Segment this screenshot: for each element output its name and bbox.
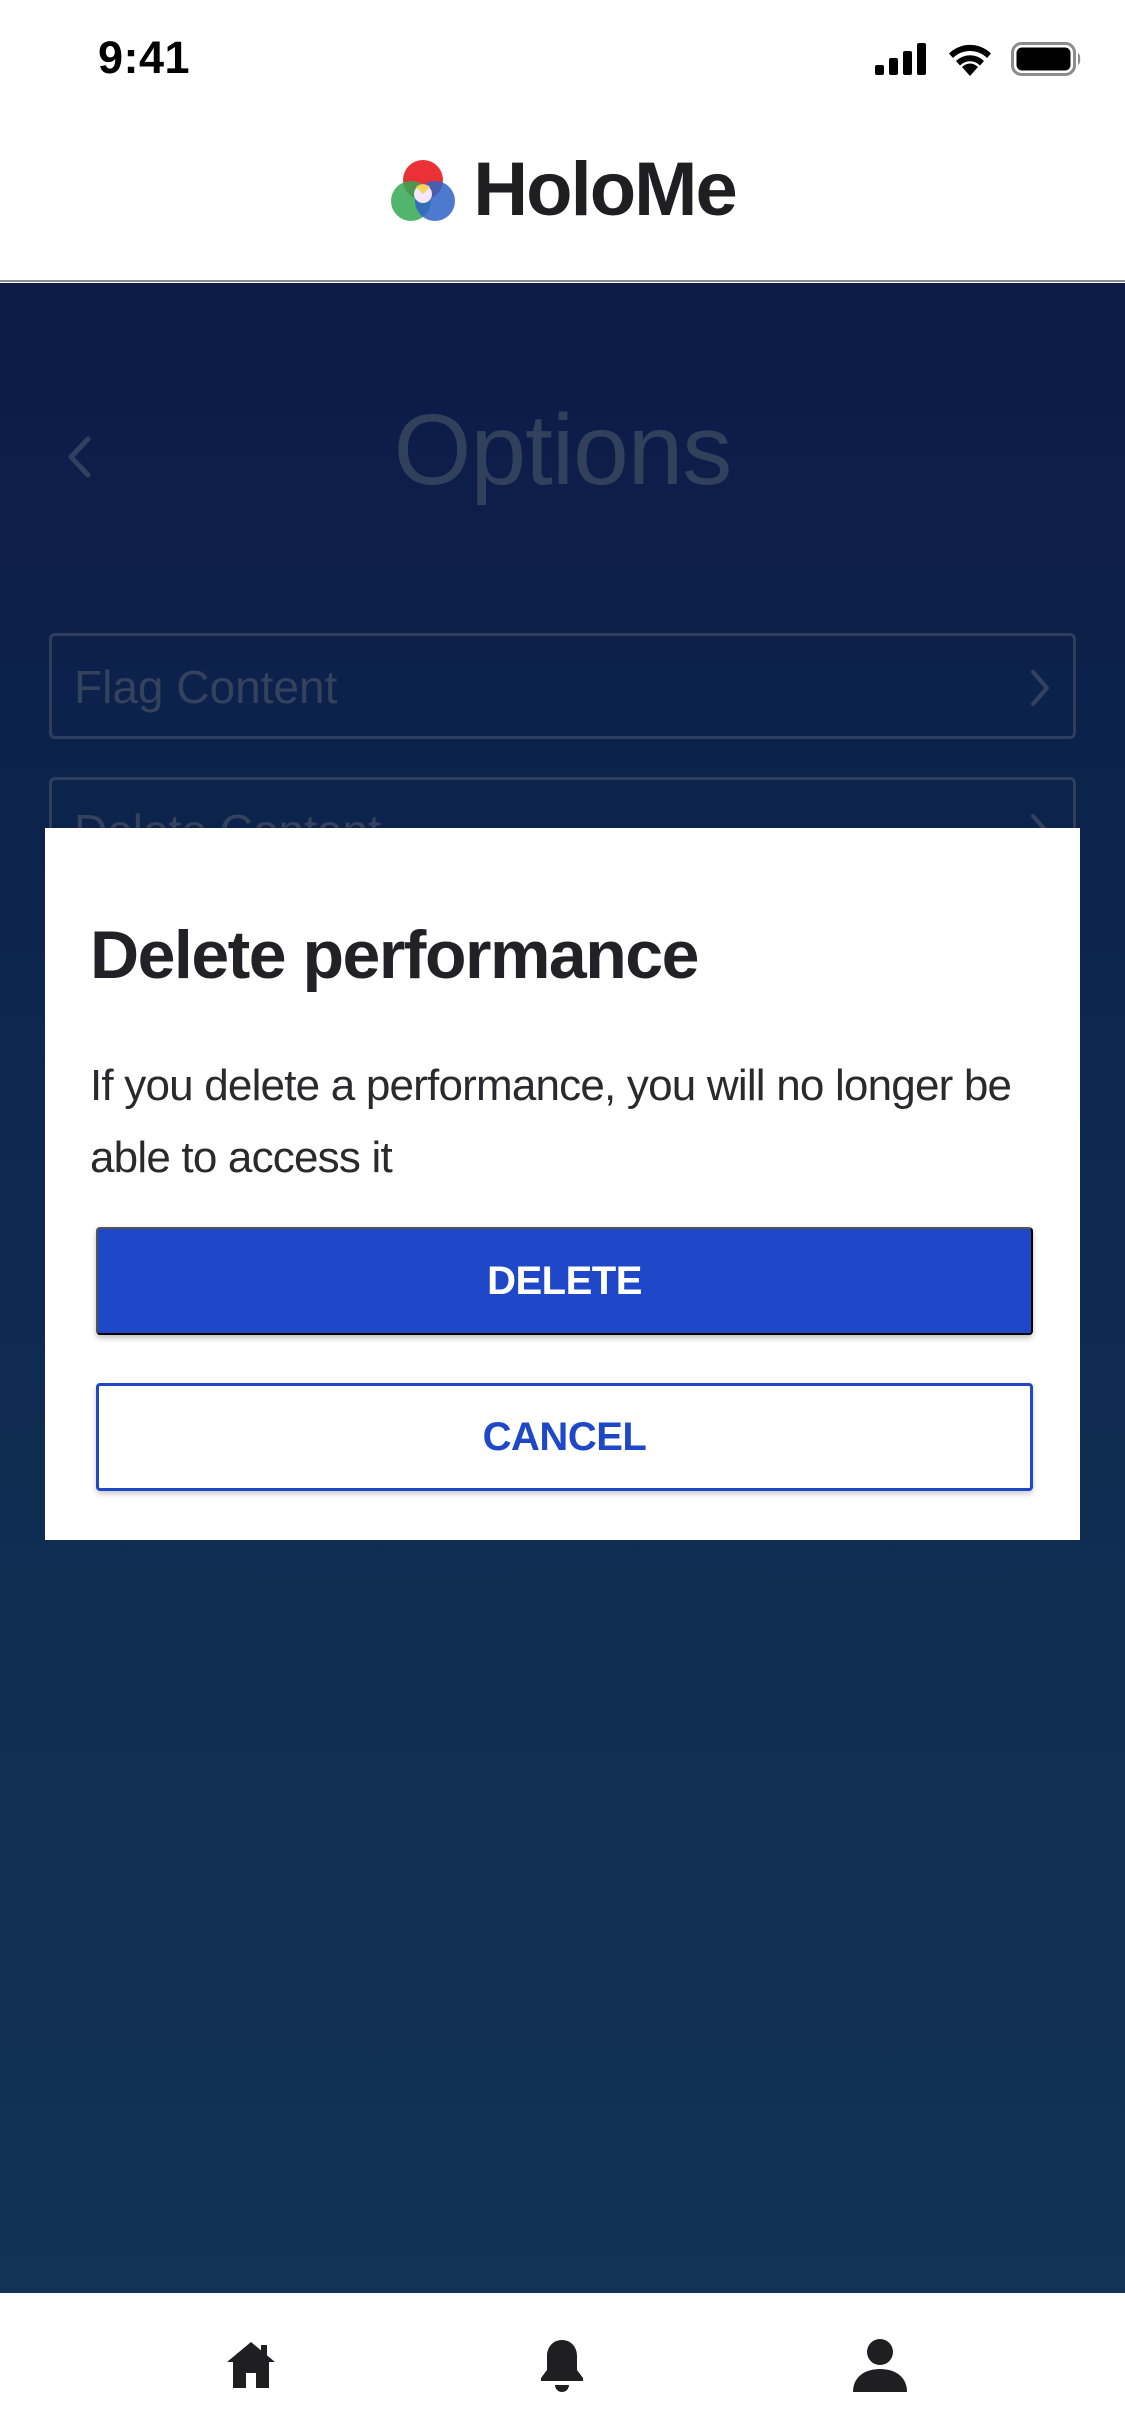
user-icon — [853, 2339, 907, 2392]
dialog-title: Delete performance — [90, 917, 699, 993]
dialog-message: If you delete a performance, you will no… — [90, 1061, 1012, 1182]
tab-home[interactable] — [219, 2333, 283, 2397]
status-time: 9:41 — [98, 32, 191, 83]
delete-performance-dialog: Delete performance If you delete a perfo… — [45, 828, 1080, 1540]
app-header: HoloMe — [0, 120, 1125, 282]
tab-notifications[interactable] — [530, 2333, 594, 2397]
tab-profile[interactable] — [848, 2333, 912, 2397]
tab-bar — [0, 2293, 1125, 2436]
bell-icon — [541, 2340, 583, 2392]
cancel-button[interactable]: CANCEL — [96, 1383, 1033, 1491]
home-icon — [227, 2342, 275, 2388]
status-bar: 9:41 — [0, 0, 1125, 120]
battery-icon — [1011, 42, 1081, 76]
delete-button[interactable]: DELETE — [96, 1227, 1033, 1335]
brand-name: HoloMe — [473, 147, 737, 232]
wifi-icon — [949, 44, 991, 76]
brand: HoloMe — [0, 146, 1125, 233]
holome-logo-icon — [391, 159, 456, 221]
cellular-signal-icon — [875, 43, 926, 75]
status-icons — [875, 42, 1083, 76]
